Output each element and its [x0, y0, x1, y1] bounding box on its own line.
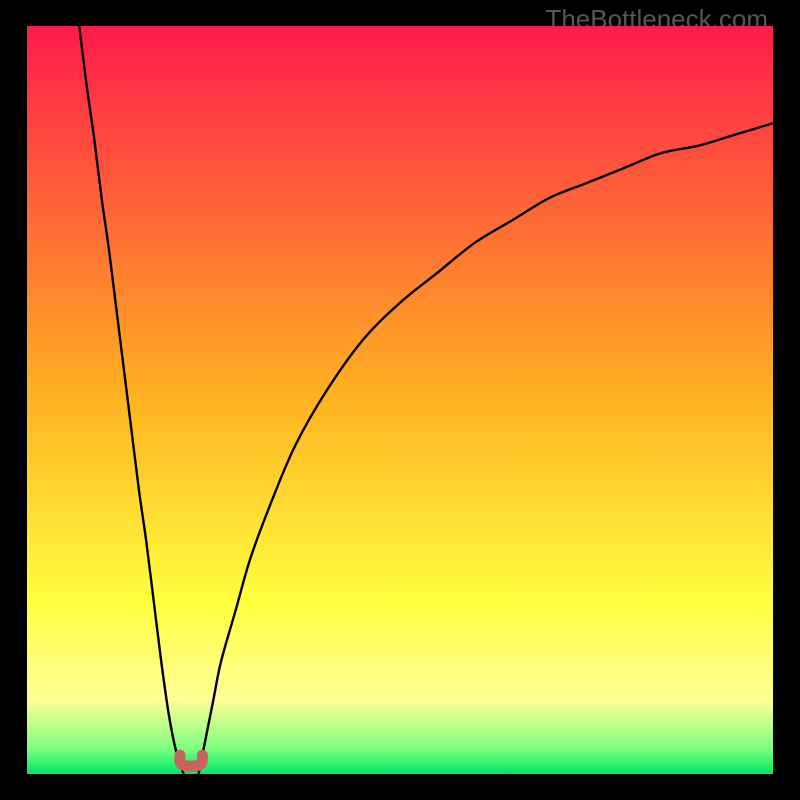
plot-area	[27, 26, 773, 774]
gradient-background	[27, 26, 773, 774]
chart-frame: TheBottleneck.com	[0, 0, 800, 800]
chart-svg	[27, 26, 773, 774]
